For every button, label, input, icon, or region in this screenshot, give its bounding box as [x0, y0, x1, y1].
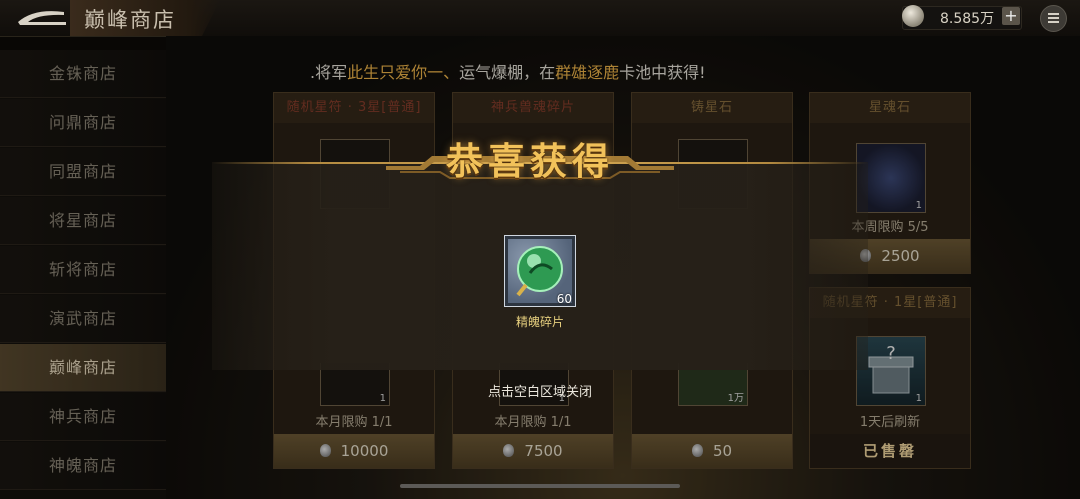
page-title: 巅峰商店: [84, 8, 176, 32]
reward-item[interactable]: 60: [504, 235, 576, 307]
reward-name: 精魄碎片: [515, 315, 564, 329]
top-bar: 巅峰商店 8.585万 +: [0, 0, 1080, 37]
popup-title: 恭喜获得: [446, 139, 614, 183]
menu-icon: [1048, 13, 1059, 15]
currency-value: 8.585万: [940, 11, 995, 27]
jade-currency-icon: [902, 5, 924, 27]
add-currency-button[interactable]: +: [1002, 7, 1020, 25]
back-arrow-icon[interactable]: [14, 6, 70, 30]
menu-button[interactable]: [1040, 5, 1067, 32]
home-indicator[interactable]: [400, 484, 680, 488]
close-hint: 点击空白区域关闭: [487, 385, 592, 400]
reward-count: 60: [556, 292, 572, 306]
